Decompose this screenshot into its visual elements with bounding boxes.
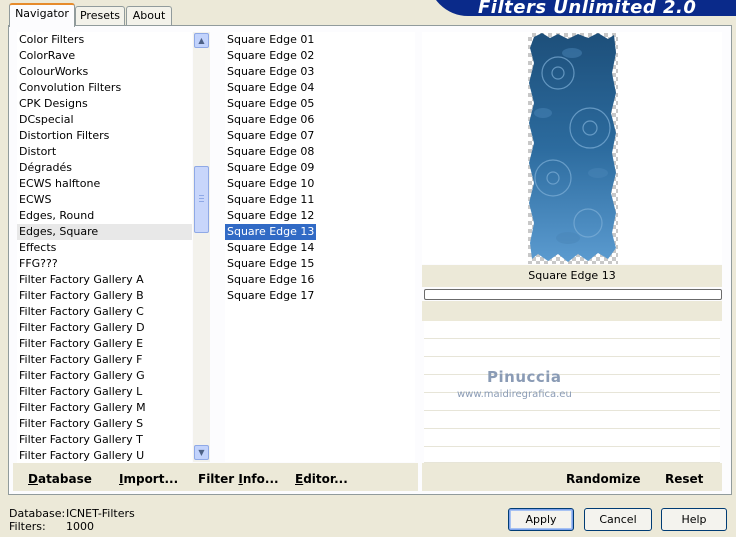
category-item[interactable]: Convolution Filters: [17, 80, 192, 96]
filter-item[interactable]: Square Edge 12: [225, 208, 316, 224]
category-item[interactable]: Filter Factory Gallery M: [17, 400, 192, 416]
randomize-button[interactable]: Randomize: [566, 472, 640, 486]
category-item[interactable]: ColourWorks: [17, 64, 192, 80]
filter-list[interactable]: Square Edge 01 Square Edge 02 Square Edge …: [225, 32, 415, 462]
param-slot: [424, 321, 720, 339]
filter-item[interactable]: Square Edge 16: [225, 272, 316, 288]
param-slot: [424, 447, 720, 463]
category-item[interactable]: Filter Factory Gallery S: [17, 416, 192, 432]
preview-progress-bar: [424, 289, 722, 300]
filter-item[interactable]: Square Edge 13: [225, 224, 317, 240]
category-item[interactable]: Edges, Square: [17, 224, 192, 240]
category-item[interactable]: Edges, Round: [17, 208, 192, 224]
tab-about[interactable]: About: [126, 6, 172, 25]
chevron-down-icon[interactable]: ▼: [194, 445, 209, 460]
category-item[interactable]: Filter Factory Gallery A: [17, 272, 192, 288]
filter-item[interactable]: Square Edge 09: [225, 160, 316, 176]
preview-artwork: [529, 33, 616, 262]
reset-button[interactable]: Reset: [665, 472, 703, 486]
category-item[interactable]: FFG???: [17, 256, 192, 272]
category-item[interactable]: ECWS: [17, 192, 192, 208]
editor-button[interactable]: Editor...: [295, 472, 348, 486]
category-scrollbar[interactable]: ▲ ▼: [193, 32, 210, 462]
filter-item[interactable]: Square Edge 08: [225, 144, 316, 160]
apply-button[interactable]: Apply: [508, 508, 574, 531]
category-item[interactable]: Filter Factory Gallery F: [17, 352, 192, 368]
preview-caption: Square Edge 13: [528, 269, 616, 282]
category-item[interactable]: Filter Factory Gallery E: [17, 336, 192, 352]
tab-presets[interactable]: Presets: [75, 6, 125, 25]
category-item[interactable]: Filter Factory Gallery L: [17, 384, 192, 400]
param-slot: [424, 357, 720, 375]
scrollbar-thumb[interactable]: [194, 166, 209, 233]
status-database-label: Database:: [9, 507, 66, 520]
category-item[interactable]: ColorRave: [17, 48, 192, 64]
category-item[interactable]: Effects: [17, 240, 192, 256]
watermark: Pinuccia: [487, 368, 562, 386]
param-slot: [424, 411, 720, 429]
category-item[interactable]: Color Filters: [17, 32, 192, 48]
filter-item[interactable]: Square Edge 03: [225, 64, 316, 80]
param-slot: [424, 429, 720, 447]
filter-item[interactable]: Square Edge 01: [225, 32, 316, 48]
category-item[interactable]: Filter Factory Gallery C: [17, 304, 192, 320]
filter-item[interactable]: Square Edge 14: [225, 240, 316, 256]
database-button[interactable]: Database: [28, 472, 92, 486]
category-item[interactable]: Distortion Filters: [17, 128, 192, 144]
preview-caption-bar: Square Edge 13: [422, 265, 722, 287]
filter-item[interactable]: Square Edge 02: [225, 48, 316, 64]
category-item[interactable]: DCspecial: [17, 112, 192, 128]
category-item[interactable]: Filter Factory Gallery D: [17, 320, 192, 336]
category-item[interactable]: Filter Factory Gallery B: [17, 288, 192, 304]
category-list[interactable]: Color Filters ColorRave ColourWorks Convolu…: [17, 32, 192, 464]
category-item[interactable]: Dégradés: [17, 160, 192, 176]
category-item[interactable]: ECWS halftone: [17, 176, 192, 192]
category-item[interactable]: Filter Factory Gallery T: [17, 432, 192, 448]
filter-item[interactable]: Square Edge 10: [225, 176, 316, 192]
filter-item[interactable]: Square Edge 07: [225, 128, 316, 144]
filter-item[interactable]: Square Edge 17: [225, 288, 316, 304]
filter-item[interactable]: Square Edge 11: [225, 192, 316, 208]
status-database-value: ICNET-Filters: [66, 507, 135, 520]
watermark-url: www.maidiregrafica.eu: [457, 389, 572, 400]
filter-info-button[interactable]: Filter Info...: [198, 472, 279, 486]
brand-title: Filters Unlimited 2.0: [478, 0, 697, 18]
filter-item[interactable]: Square Edge 05: [225, 96, 316, 112]
param-slot: [424, 339, 720, 357]
help-button[interactable]: Help: [661, 508, 727, 531]
tab-navigator[interactable]: Navigator: [9, 3, 75, 27]
chevron-up-icon[interactable]: ▲: [194, 33, 209, 48]
filter-item[interactable]: Square Edge 06: [225, 112, 316, 128]
preview-spacer: [422, 301, 722, 321]
category-item[interactable]: Filter Factory Gallery U: [17, 448, 192, 464]
status-filters-label: Filters:: [9, 520, 46, 533]
preview-image: [528, 33, 618, 264]
category-item[interactable]: Filter Factory Gallery G: [17, 368, 192, 384]
status-filters-value: 1000: [66, 520, 94, 533]
import-button[interactable]: Import...: [119, 472, 178, 486]
cancel-button[interactable]: Cancel: [584, 508, 652, 531]
filter-item[interactable]: Square Edge 15: [225, 256, 316, 272]
category-item[interactable]: Distort: [17, 144, 192, 160]
category-item[interactable]: CPK Designs: [17, 96, 192, 112]
filter-item[interactable]: Square Edge 04: [225, 80, 316, 96]
